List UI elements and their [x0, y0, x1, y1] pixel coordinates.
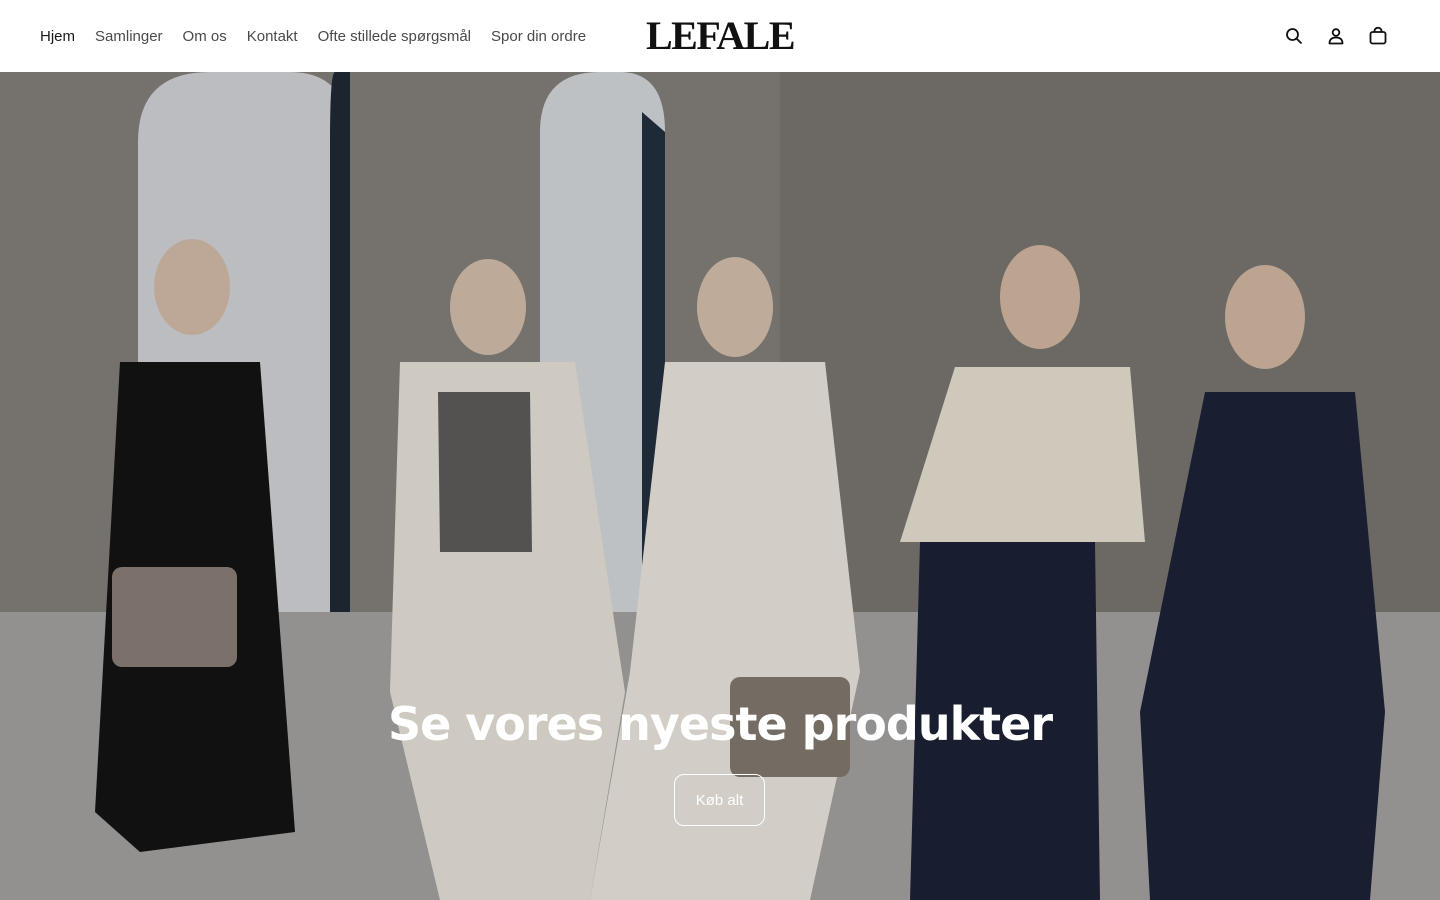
nav-item-om-os[interactable]: Om os [183, 28, 227, 45]
shop-all-button[interactable]: Køb alt [674, 774, 765, 826]
nav-item-track-order[interactable]: Spor din ordre [491, 28, 586, 45]
nav-item-hjem[interactable]: Hjem [40, 28, 75, 45]
header-icons [1284, 0, 1388, 72]
nav-item-faq[interactable]: Ofte stillede spørgsmål [318, 28, 471, 45]
account-icon[interactable] [1326, 26, 1346, 46]
nav-item-samlinger[interactable]: Samlinger [95, 28, 163, 45]
cart-icon[interactable] [1368, 26, 1388, 46]
main-nav: Hjem Samlinger Om os Kontakt Ofte stille… [40, 0, 586, 72]
hero-banner: Se vores nyeste produkter Køb alt [0, 72, 1440, 900]
hero-title: Se vores nyeste produkter [387, 697, 1053, 751]
nav-item-kontakt[interactable]: Kontakt [247, 28, 298, 45]
search-icon[interactable] [1284, 26, 1304, 46]
brand-logo[interactable]: LEFALE [642, 16, 798, 56]
site-header: Hjem Samlinger Om os Kontakt Ofte stille… [0, 0, 1440, 72]
